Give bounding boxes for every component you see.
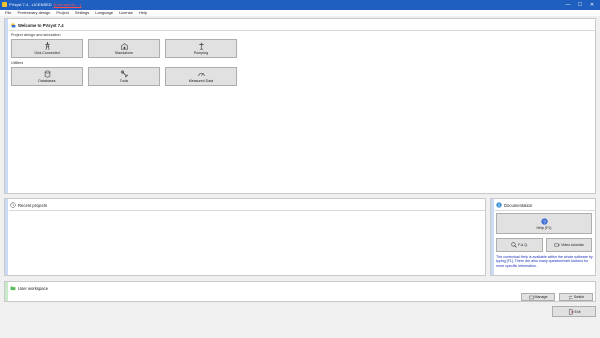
menu-license[interactable]: License bbox=[116, 10, 136, 16]
folder-icon bbox=[10, 285, 16, 291]
documentation-title: Documentation bbox=[504, 202, 533, 208]
video-icon bbox=[554, 243, 560, 247]
clock-icon bbox=[10, 202, 16, 208]
exit-label: Exit bbox=[574, 309, 581, 314]
utilities-section-label: Utilities bbox=[11, 61, 24, 65]
window-title: PVsyst 7.4 - LICENSED (Licensed to ...) bbox=[9, 2, 81, 8]
grid-connected-button[interactable]: Grid-Connected bbox=[11, 39, 83, 58]
documentation-panel: Documentation ? Help (F1) F.A.Q. Video t… bbox=[490, 198, 596, 276]
recent-header: Recent projects bbox=[10, 201, 47, 209]
panel-accent bbox=[5, 19, 8, 193]
pylon-icon bbox=[44, 42, 50, 50]
standalone-button[interactable]: Standalone bbox=[88, 39, 160, 58]
menu-help[interactable]: Help bbox=[136, 10, 150, 16]
databases-button[interactable]: Databases bbox=[11, 67, 83, 86]
gauge-icon bbox=[197, 72, 205, 77]
help-button[interactable]: ? Help (F1) bbox=[496, 213, 592, 234]
info-icon bbox=[496, 202, 502, 208]
close-button[interactable]: ✕ bbox=[586, 0, 598, 10]
grid-connected-label: Grid-Connected bbox=[34, 51, 60, 55]
documentation-note: The contextual Help is available within … bbox=[496, 255, 593, 268]
recent-title: Recent projects bbox=[18, 202, 48, 208]
database-icon bbox=[44, 70, 50, 78]
exit-door-icon bbox=[568, 308, 574, 315]
documentation-header: Documentation bbox=[496, 201, 532, 209]
standalone-label: Standalone bbox=[114, 51, 134, 55]
magnifier-icon bbox=[511, 242, 517, 248]
help-label: Help (F1) bbox=[536, 225, 552, 230]
sun-icon bbox=[10, 22, 16, 28]
user-workspace-panel: User workspace Manage Switch bbox=[4, 281, 596, 302]
recent-divider bbox=[9, 210, 485, 211]
welcome-header: Welcome to PVsyst 7.4 bbox=[10, 21, 64, 29]
license-tag: (Licensed to ...) bbox=[53, 2, 82, 7]
manage-icon bbox=[528, 295, 534, 299]
title-bar: PVsyst 7.4 - LICENSED (Licensed to ...) —… bbox=[0, 0, 600, 10]
workspace-title: User workspace bbox=[18, 285, 49, 291]
window-title-text: PVsyst 7.4 - LICENSED bbox=[9, 2, 52, 7]
maximize-button[interactable]: ☐ bbox=[574, 0, 586, 10]
welcome-panel: Welcome to PVsyst 7.4 Project design and… bbox=[4, 18, 596, 194]
pump-icon bbox=[198, 42, 204, 50]
switch-workspace-button[interactable]: Switch bbox=[559, 293, 593, 301]
measured-data-button[interactable]: Measured Data bbox=[165, 67, 237, 86]
video-tutorials-label: Video tutorials bbox=[561, 243, 584, 247]
menu-project[interactable]: Project bbox=[53, 10, 71, 16]
exit-button[interactable]: Exit bbox=[552, 306, 596, 317]
house-battery-icon bbox=[120, 43, 128, 50]
tools-button[interactable]: Tools bbox=[88, 67, 160, 86]
tools-label: Tools bbox=[119, 79, 129, 83]
project-section-label: Project design and simulation bbox=[11, 33, 61, 37]
wrench-icon bbox=[120, 70, 128, 78]
pvsyst-app-icon bbox=[2, 2, 7, 7]
switch-label: Switch bbox=[573, 295, 585, 299]
panel-accent bbox=[491, 199, 494, 275]
pumping-label: Pumping bbox=[193, 51, 209, 55]
faq-label: F.A.Q. bbox=[518, 243, 528, 247]
manage-workspace-button[interactable]: Manage bbox=[521, 293, 555, 301]
measured-data-label: Measured Data bbox=[188, 79, 214, 83]
recent-projects-panel: Recent projects bbox=[4, 198, 486, 276]
menu-file[interactable]: File bbox=[2, 10, 14, 16]
pumping-button[interactable]: Pumping bbox=[165, 39, 237, 58]
documentation-divider bbox=[495, 210, 595, 211]
video-tutorials-button[interactable]: Video tutorials bbox=[546, 238, 592, 252]
question-icon: ? bbox=[540, 217, 548, 225]
minimize-button[interactable]: — bbox=[562, 0, 574, 10]
welcome-divider bbox=[9, 30, 595, 31]
welcome-title: Welcome to PVsyst 7.4 bbox=[18, 22, 64, 28]
pvsyst-main-window: PVsyst 7.4 - LICENSED (Licensed to ...) —… bbox=[0, 0, 600, 338]
switch-icon bbox=[568, 294, 573, 300]
panel-accent bbox=[5, 282, 8, 301]
menu-preliminary-design[interactable]: Preliminary design bbox=[14, 10, 53, 16]
menu-settings[interactable]: Settings bbox=[72, 10, 92, 16]
databases-label: Databases bbox=[38, 79, 56, 83]
svg-text:?: ? bbox=[543, 219, 546, 225]
menu-language[interactable]: Language bbox=[92, 10, 116, 16]
faq-button[interactable]: F.A.Q. bbox=[496, 238, 543, 252]
menu-bar: File Preliminary design Project Settings… bbox=[0, 10, 600, 16]
panel-accent bbox=[5, 199, 8, 275]
manage-label: Manage bbox=[534, 295, 548, 299]
workspace-header: User workspace bbox=[10, 284, 48, 292]
window-controls: — ☐ ✕ bbox=[562, 0, 598, 10]
